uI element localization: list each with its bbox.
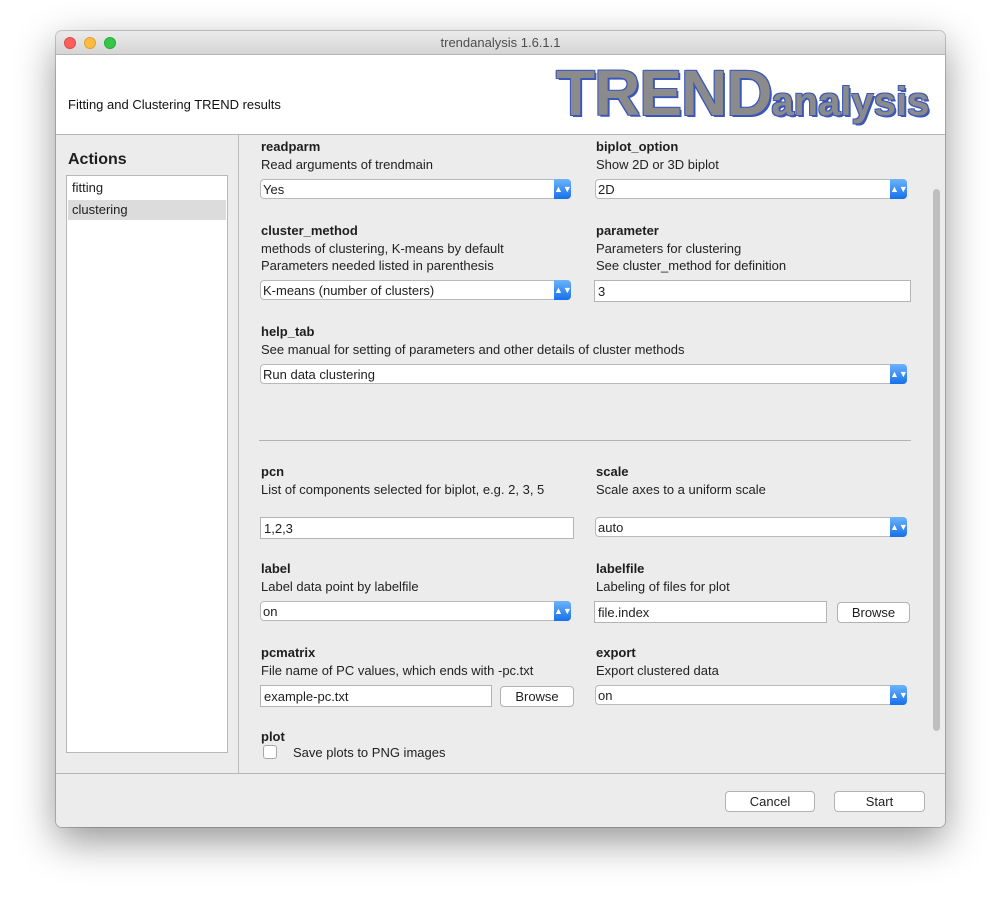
app-subtitle: Fitting and Clustering TREND results — [68, 97, 281, 112]
chevron-updown-icon: ▲▼ — [890, 685, 908, 705]
labelfile-value: file.index — [598, 605, 650, 620]
cancel-button[interactable]: Cancel — [725, 791, 815, 812]
help-tab-name: help_tab — [261, 324, 315, 339]
chevron-updown-icon: ▲▼ — [554, 601, 572, 621]
parameter-name: parameter — [596, 223, 659, 238]
chevron-updown-icon: ▲▼ — [554, 179, 572, 199]
labelfile-browse-button[interactable]: Browse — [837, 602, 910, 623]
logo-text-analysis: analysis — [771, 80, 930, 124]
cluster-method-desc-1: methods of clustering, K-means by defaul… — [261, 241, 504, 256]
parameter-desc-1: Parameters for clustering — [596, 241, 742, 256]
pcn-name: pcn — [261, 464, 285, 479]
trendanalysis-logo: TRENDanalysis — [556, 61, 929, 125]
action-item-fitting[interactable]: fitting — [68, 178, 226, 198]
app-header: Fitting and Clustering TREND results TRE… — [56, 55, 945, 135]
readparm-name: readparm — [261, 139, 321, 154]
title-bar: trendanalysis 1.6.1.1 — [56, 31, 945, 55]
pcn-desc: List of components selected for biplot, … — [261, 482, 545, 497]
chevron-updown-icon: ▲▼ — [890, 517, 908, 537]
cluster-method-name: cluster_method — [261, 223, 358, 238]
plot-checkbox-label[interactable]: Save plots to PNG images — [293, 745, 445, 760]
pcn-value: 1,2,3 — [264, 521, 293, 536]
parameter-value: 3 — [598, 284, 606, 299]
scale-desc: Scale axes to a uniform scale — [596, 482, 766, 497]
app-window: trendanalysis 1.6.1.1 Fitting and Cluste… — [56, 31, 945, 827]
actions-heading: Actions — [68, 151, 127, 168]
footer-bar: Cancel Start — [56, 773, 945, 827]
labelfile-input[interactable]: file.index — [594, 601, 827, 623]
start-button[interactable]: Start — [834, 791, 925, 812]
labelfile-desc: Labeling of files for plot — [596, 579, 730, 594]
logo-text-trend: TREND — [556, 57, 772, 129]
cluster-method-value: K-means (number of clusters) — [263, 283, 435, 298]
chevron-updown-icon: ▲▼ — [890, 179, 908, 199]
help-tab-value: Run data clustering — [263, 367, 376, 382]
plot-checkbox[interactable] — [263, 745, 277, 759]
cluster-method-desc-2: Parameters needed listed in parenthesis — [261, 258, 494, 273]
pcmatrix-desc: File name of PC values, which ends with … — [261, 663, 534, 678]
parameter-input[interactable]: 3 — [594, 280, 911, 302]
biplot-option-desc: Show 2D or 3D biplot — [596, 157, 719, 172]
section-divider — [259, 440, 911, 441]
biplot-option-name: biplot_option — [596, 139, 679, 154]
window-title: trendanalysis 1.6.1.1 — [440, 35, 561, 50]
export-value: on — [598, 688, 613, 703]
export-desc: Export clustered data — [596, 663, 719, 678]
content-scrollbar[interactable] — [933, 189, 940, 731]
scale-name: scale — [596, 464, 629, 479]
pcn-input[interactable]: 1,2,3 — [260, 517, 574, 539]
actions-list: fitting clustering — [66, 175, 228, 753]
biplot-option-select[interactable]: 2D ▲▼ — [595, 179, 908, 199]
help-tab-select[interactable]: Run data clustering ▲▼ — [260, 364, 908, 384]
help-tab-desc: See manual for setting of parameters and… — [261, 342, 685, 357]
readparm-select[interactable]: Yes ▲▼ — [260, 179, 572, 199]
cluster-method-select[interactable]: K-means (number of clusters) ▲▼ — [260, 280, 572, 300]
export-name: export — [596, 645, 636, 660]
pcmatrix-browse-button[interactable]: Browse — [500, 686, 574, 707]
readparm-desc: Read arguments of trendmain — [261, 157, 433, 172]
scale-select[interactable]: auto ▲▼ — [595, 517, 908, 537]
scale-value: auto — [598, 520, 624, 535]
pcmatrix-input[interactable]: example-pc.txt — [260, 685, 492, 707]
chevron-updown-icon: ▲▼ — [890, 364, 908, 384]
biplot-option-value: 2D — [598, 182, 615, 197]
label-name: label — [261, 561, 291, 576]
actions-sidebar: Actions fitting clustering — [56, 135, 239, 773]
parameter-desc-2: See cluster_method for definition — [596, 258, 787, 273]
readparm-value: Yes — [263, 182, 285, 197]
label-value: on — [263, 604, 278, 619]
parameters-panel: readparm Read arguments of trendmain Yes… — [239, 135, 945, 773]
labelfile-name: labelfile — [596, 561, 645, 576]
action-item-clustering[interactable]: clustering — [68, 200, 226, 220]
label-desc: Label data point by labelfile — [261, 579, 419, 594]
export-select[interactable]: on ▲▼ — [595, 685, 908, 705]
chevron-updown-icon: ▲▼ — [554, 280, 572, 300]
pcmatrix-name: pcmatrix — [261, 645, 316, 660]
pcmatrix-value: example-pc.txt — [264, 689, 349, 704]
label-select[interactable]: on ▲▼ — [260, 601, 572, 621]
plot-name: plot — [261, 729, 285, 744]
